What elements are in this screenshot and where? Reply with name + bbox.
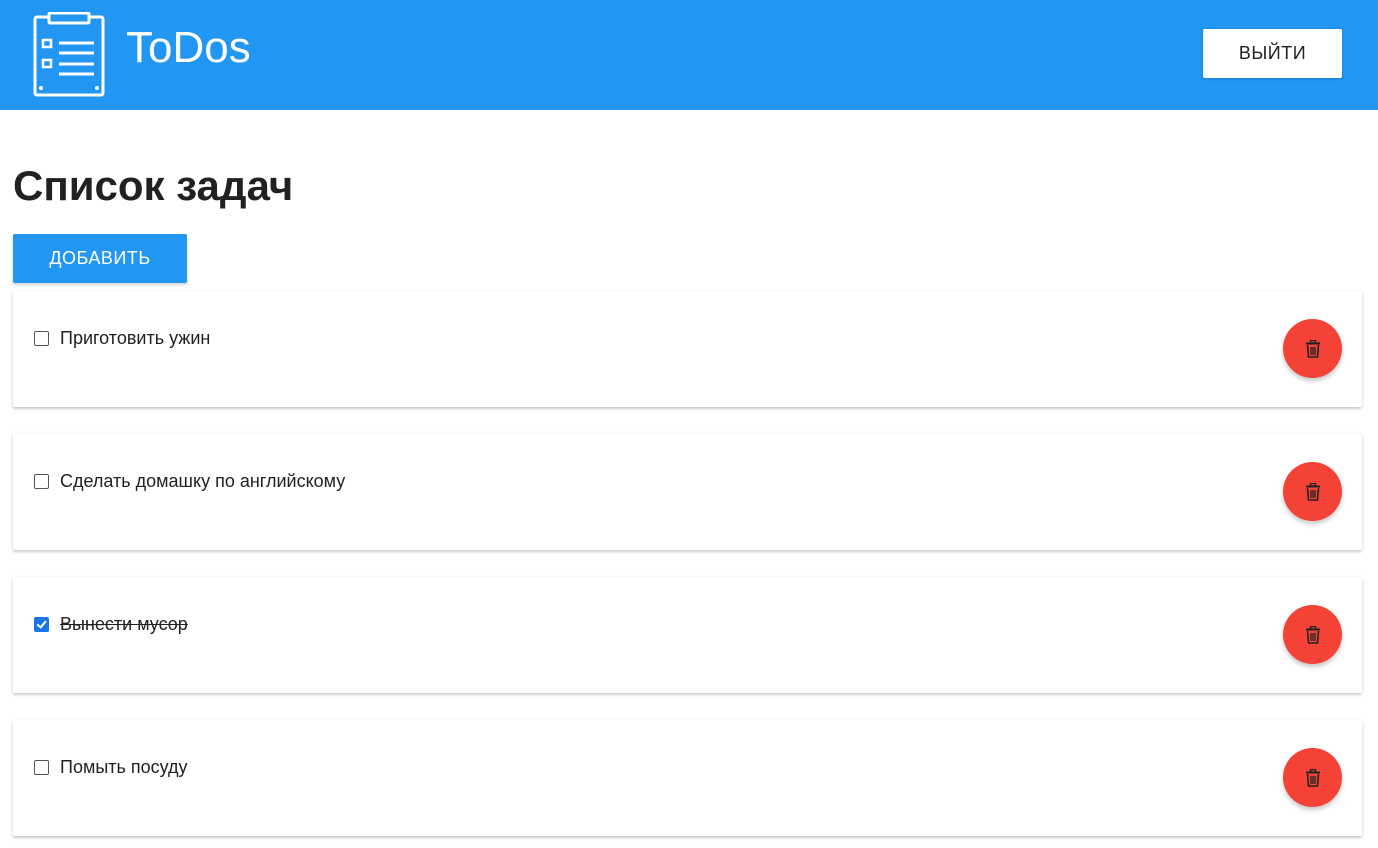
todo-item: Приготовить ужин: [13, 291, 1362, 407]
trash-icon: [1305, 768, 1320, 787]
logout-button[interactable]: ВЫЙТИ: [1203, 29, 1342, 78]
todo-checkbox[interactable]: [34, 474, 49, 489]
delete-todo-button[interactable]: [1283, 319, 1342, 378]
todo-checkbox[interactable]: [34, 760, 49, 775]
delete-todo-button[interactable]: [1283, 462, 1342, 521]
todo-item: Помыть посуду: [13, 720, 1362, 836]
todo-item: Вынести мусор: [13, 577, 1362, 693]
todo-text: Вынести мусор: [60, 614, 188, 634]
todo-checkbox[interactable]: [34, 331, 49, 346]
trash-icon: [1305, 339, 1320, 358]
trash-icon: [1305, 482, 1320, 501]
app-bar: ToDos ВЫЙТИ: [0, 0, 1378, 110]
todo-item: Сделать домашку по английскому: [13, 434, 1362, 550]
todo-text: Приготовить ужин: [60, 328, 211, 348]
clipboard-list-icon: [33, 12, 105, 97]
todo-checkbox[interactable]: [34, 617, 49, 632]
todo-text: Помыть посуду: [60, 757, 188, 777]
trash-icon: [1305, 625, 1320, 644]
delete-todo-button[interactable]: [1283, 748, 1342, 807]
add-todo-button[interactable]: ДОБАВИТЬ: [13, 234, 187, 283]
app-title: ToDos: [126, 23, 251, 72]
todo-text: Сделать домашку по английскому: [60, 471, 346, 491]
checkmark-icon: [36, 620, 47, 629]
delete-todo-button[interactable]: [1283, 605, 1342, 664]
page-title: Список задач: [13, 162, 294, 209]
